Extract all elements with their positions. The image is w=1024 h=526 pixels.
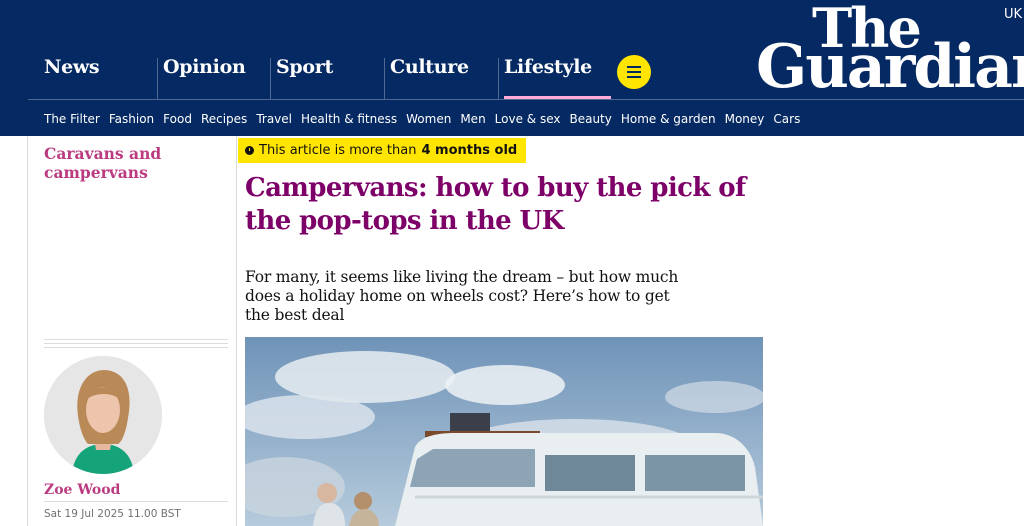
hamburger-menu-icon[interactable] bbox=[617, 55, 651, 89]
pillar-opinion[interactable]: Opinion bbox=[163, 56, 246, 78]
pillar-divider bbox=[498, 58, 499, 99]
article-age-notice: This article is more than 4 months old bbox=[238, 138, 527, 163]
age-notice-text: This article is more than bbox=[259, 143, 417, 158]
subnav-item-recipes[interactable]: Recipes bbox=[201, 112, 247, 126]
subnav-item-health-fitness[interactable]: Health & fitness bbox=[301, 112, 397, 126]
pillar-divider bbox=[270, 58, 271, 99]
pillar-culture[interactable]: Culture bbox=[390, 56, 469, 78]
meta-divider bbox=[44, 347, 228, 348]
masthead: News Opinion Sport Culture Lifestyle The… bbox=[0, 0, 1024, 136]
lifestyle-subnav: The Filter Fashion Food Recipes Travel H… bbox=[44, 112, 809, 126]
column-divider bbox=[27, 136, 28, 526]
hero-image bbox=[245, 337, 763, 526]
pillar-sport[interactable]: Sport bbox=[276, 56, 333, 78]
section-tag[interactable]: Caravans and campervans bbox=[44, 144, 224, 182]
subnav-item-cars[interactable]: Cars bbox=[773, 112, 800, 126]
logo-guardian: Guardian bbox=[756, 32, 1024, 102]
pillar-divider bbox=[384, 58, 385, 99]
subnav-item-love-sex[interactable]: Love & sex bbox=[495, 112, 561, 126]
author-byline[interactable]: Zoe Wood bbox=[44, 482, 120, 498]
edition-selector[interactable]: UK bbox=[1004, 7, 1022, 22]
age-notice-value: 4 months old bbox=[421, 143, 518, 158]
subnav-item-food[interactable]: Food bbox=[163, 112, 192, 126]
pillar-news[interactable]: News bbox=[44, 56, 100, 78]
meta-divider bbox=[44, 501, 228, 502]
clock-icon bbox=[245, 146, 254, 155]
meta-divider bbox=[44, 343, 228, 344]
subnav-item-travel[interactable]: Travel bbox=[256, 112, 292, 126]
pillar-lifestyle[interactable]: Lifestyle bbox=[504, 56, 592, 78]
column-divider bbox=[236, 136, 237, 526]
article-standfirst: For many, it seems like living the dream… bbox=[245, 268, 679, 324]
subnav-item-money[interactable]: Money bbox=[725, 112, 765, 126]
subnav-divider bbox=[28, 99, 1024, 100]
subnav-item-fashion[interactable]: Fashion bbox=[109, 112, 154, 126]
publish-date: Sat 19 Jul 2025 11.00 BST bbox=[44, 508, 181, 520]
subnav-item-beauty[interactable]: Beauty bbox=[569, 112, 611, 126]
article-headline: Campervans: how to buy the pick of the p… bbox=[245, 173, 746, 236]
meta-divider bbox=[44, 339, 228, 340]
author-avatar bbox=[44, 356, 162, 474]
subnav-item-men[interactable]: Men bbox=[460, 112, 485, 126]
subnav-item-the-filter[interactable]: The Filter bbox=[44, 112, 100, 126]
pillar-divider bbox=[157, 58, 158, 99]
subnav-item-home-garden[interactable]: Home & garden bbox=[621, 112, 716, 126]
subnav-item-women[interactable]: Women bbox=[406, 112, 451, 126]
